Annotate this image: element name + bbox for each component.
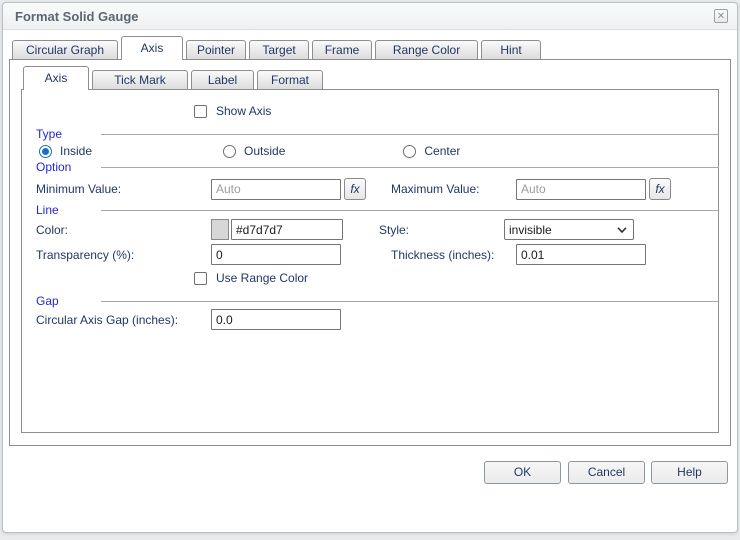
circular-axis-gap-label: Circular Axis Gap (inches): <box>36 313 211 327</box>
sub-tab-tick-mark[interactable]: Tick Mark <box>92 70 188 90</box>
sub-tab-format[interactable]: Format <box>257 70 323 90</box>
type-section-title: Type <box>36 127 101 141</box>
gap-row: Circular Axis Gap (inches): <box>36 309 716 330</box>
radio-inside[interactable] <box>39 145 52 158</box>
title-bar: Format Solid Gauge ✕ <box>3 3 737 30</box>
minimum-value-label: Minimum Value: <box>36 182 211 196</box>
radio-center[interactable] <box>403 145 416 158</box>
style-select[interactable]: invisible <box>504 219 634 240</box>
gap-section-header: Gap <box>36 294 719 308</box>
tab-target[interactable]: Target <box>249 40 309 60</box>
min-max-row: Minimum Value: fx Maximum Value: fx <box>36 178 716 200</box>
color-style-row: Color: Style: invisible <box>36 219 716 240</box>
type-section-header: Type <box>36 127 719 141</box>
sub-tab-label[interactable]: Label <box>191 70 254 90</box>
tab-frame[interactable]: Frame <box>312 40 372 60</box>
tab-axis[interactable]: Axis <box>121 36 183 60</box>
thickness-label: Thickness (inches): <box>391 248 516 262</box>
tab-range-color[interactable]: Range Color <box>375 40 478 60</box>
use-range-color-checkbox[interactable] <box>194 272 207 285</box>
line-section-header: Line <box>36 203 719 217</box>
show-axis-row: Show Axis <box>194 104 271 118</box>
minimum-fx-button[interactable]: fx <box>344 178 366 200</box>
format-solid-gauge-dialog: Format Solid Gauge ✕ Circular Graph Axis… <box>2 2 738 533</box>
style-label: Style: <box>379 223 504 237</box>
radio-outside-label: Outside <box>244 144 285 158</box>
tab-hint[interactable]: Hint <box>481 40 541 60</box>
chevron-down-icon <box>617 227 627 233</box>
maximum-fx-button[interactable]: fx <box>649 178 671 200</box>
help-button[interactable]: Help <box>651 461 728 484</box>
show-axis-label: Show Axis <box>216 104 271 118</box>
main-tab-bar: Circular Graph Axis Pointer Target Frame… <box>12 36 541 60</box>
color-label: Color: <box>36 223 211 237</box>
color-swatch-button[interactable] <box>211 219 229 240</box>
transparency-input[interactable] <box>211 244 341 265</box>
minimum-value-input[interactable] <box>211 179 341 200</box>
tab-circular-graph[interactable]: Circular Graph <box>12 40 118 60</box>
line-section-title: Line <box>36 203 101 217</box>
style-select-value: invisible <box>509 223 552 237</box>
option-section-header: Option <box>36 160 719 174</box>
line-section-rule <box>101 210 719 211</box>
maximum-value-label: Maximum Value: <box>391 182 516 196</box>
close-icon: ✕ <box>717 11 725 22</box>
radio-outside[interactable] <box>223 145 236 158</box>
use-range-color-row: Use Range Color <box>194 271 308 285</box>
radio-center-label: Center <box>424 144 460 158</box>
tab-pointer[interactable]: Pointer <box>186 40 246 60</box>
thickness-input[interactable] <box>516 244 646 265</box>
close-button[interactable]: ✕ <box>714 9 728 23</box>
page-title: Format Solid Gauge <box>15 9 139 24</box>
ok-button[interactable]: OK <box>484 461 561 484</box>
color-input[interactable] <box>231 219 343 240</box>
show-axis-checkbox[interactable] <box>194 105 207 118</box>
use-range-color-label: Use Range Color <box>216 271 308 285</box>
transparency-label: Transparency (%): <box>36 248 211 262</box>
circular-axis-gap-input[interactable] <box>211 309 341 330</box>
gap-section-rule <box>101 301 719 302</box>
cancel-button[interactable]: Cancel <box>568 461 645 484</box>
transparency-thickness-row: Transparency (%): Thickness (inches): <box>36 244 716 265</box>
sub-tab-axis[interactable]: Axis <box>23 66 89 90</box>
option-section-title: Option <box>36 160 101 174</box>
maximum-value-input[interactable] <box>516 179 646 200</box>
type-radio-group: Inside Outside Center <box>39 144 699 158</box>
type-section-rule <box>101 134 719 135</box>
gap-section-title: Gap <box>36 294 101 308</box>
sub-tab-bar: Axis Tick Mark Label Format <box>23 66 323 90</box>
option-section-rule <box>101 167 719 168</box>
radio-inside-label: Inside <box>60 144 92 158</box>
